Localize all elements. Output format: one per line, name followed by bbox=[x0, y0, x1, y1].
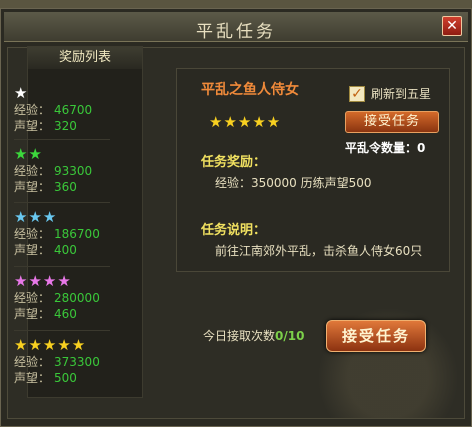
tier-2-exp: 93300 bbox=[54, 164, 93, 178]
tier-3-rep: 400 bbox=[54, 243, 77, 257]
tier-2-rep: 360 bbox=[54, 180, 77, 194]
rep-label: 声望： bbox=[14, 243, 51, 257]
task-star-rating: ★★★★★ bbox=[209, 113, 282, 131]
tier-1-rep: 320 bbox=[54, 119, 77, 133]
tier-1-stars: ★ bbox=[14, 84, 29, 102]
today-accept-count: 今日接取次数0/10 bbox=[203, 327, 304, 344]
task-name: 平乱之鱼人侍女 bbox=[201, 82, 299, 98]
today-count: 0/10 bbox=[275, 329, 305, 343]
reward-tier-5: ★★★★★ 经验： 373300 声望： 500 bbox=[14, 338, 110, 386]
divider bbox=[14, 139, 110, 140]
tier-3-exp: 186700 bbox=[54, 227, 100, 241]
reward-tier-1: ★ 经验： 46700 声望： 320 bbox=[14, 86, 110, 134]
rep-label: 声望： bbox=[14, 371, 51, 385]
tier-5-rep: 500 bbox=[54, 371, 77, 385]
divider bbox=[14, 202, 110, 203]
token-count: 平乱令数量：0 bbox=[345, 139, 425, 156]
refresh-checkbox[interactable]: ✓ bbox=[349, 85, 365, 102]
exp-label: 经验： bbox=[14, 227, 51, 241]
refresh-label: 刷新到五星 bbox=[371, 87, 432, 101]
tier-5-exp: 373300 bbox=[54, 355, 100, 369]
reward-list-header: 奖励列表 bbox=[28, 47, 142, 69]
reward-section-title: 任务奖励： bbox=[201, 155, 267, 170]
accept-task-small-button[interactable]: 接受任务 bbox=[345, 111, 439, 133]
rep-label: 声望： bbox=[14, 307, 51, 321]
rep-label: 声望： bbox=[14, 119, 51, 133]
window-title: 平乱任务 bbox=[196, 22, 276, 42]
exp-label: 经验： bbox=[14, 291, 51, 305]
description-section-title: 任务说明： bbox=[201, 223, 267, 238]
exp-label: 经验： bbox=[14, 355, 51, 369]
today-label: 今日接取次数 bbox=[203, 329, 276, 343]
tier-4-exp: 280000 bbox=[54, 291, 100, 305]
top-announcement-strip bbox=[0, 0, 472, 8]
reward-tier-3: ★★★ 经验： 186700 声望： 400 bbox=[14, 210, 110, 258]
tier-3-stars: ★★★ bbox=[14, 208, 58, 226]
divider bbox=[14, 266, 110, 267]
tier-1-exp: 46700 bbox=[54, 103, 93, 117]
exp-label: 经验： bbox=[14, 164, 51, 178]
refresh-five-star-toggle[interactable]: ✓ 刷新到五星 bbox=[349, 85, 431, 102]
reward-tier-4: ★★★★ 经验： 280000 声望： 460 bbox=[14, 274, 110, 322]
reward-text: 经验：350000 历练声望500 bbox=[215, 176, 372, 190]
tier-4-rep: 460 bbox=[54, 307, 77, 321]
accept-task-button[interactable]: 接受任务 bbox=[326, 320, 426, 352]
reward-tier-2: ★★ 经验： 93300 声望： 360 bbox=[14, 147, 110, 195]
close-icon[interactable]: ✕ bbox=[442, 16, 462, 36]
task-detail-box: 平乱之鱼人侍女 ★★★★★ ✓ 刷新到五星 接受任务 平乱令数量：0 任务奖励：… bbox=[176, 68, 450, 272]
description-text: 前往江南郊外平乱，击杀鱼人侍女60只 bbox=[215, 244, 423, 258]
rep-label: 声望： bbox=[14, 180, 51, 194]
titlebar[interactable]: 平乱任务 ✕ bbox=[4, 12, 468, 42]
token-label: 平乱令数量： bbox=[345, 141, 418, 155]
exp-label: 经验： bbox=[14, 103, 51, 117]
tier-5-stars: ★★★★★ bbox=[14, 336, 87, 354]
tier-2-stars: ★★ bbox=[14, 145, 43, 163]
divider bbox=[14, 330, 110, 331]
tier-4-stars: ★★★★ bbox=[14, 272, 72, 290]
token-value: 0 bbox=[417, 141, 426, 155]
